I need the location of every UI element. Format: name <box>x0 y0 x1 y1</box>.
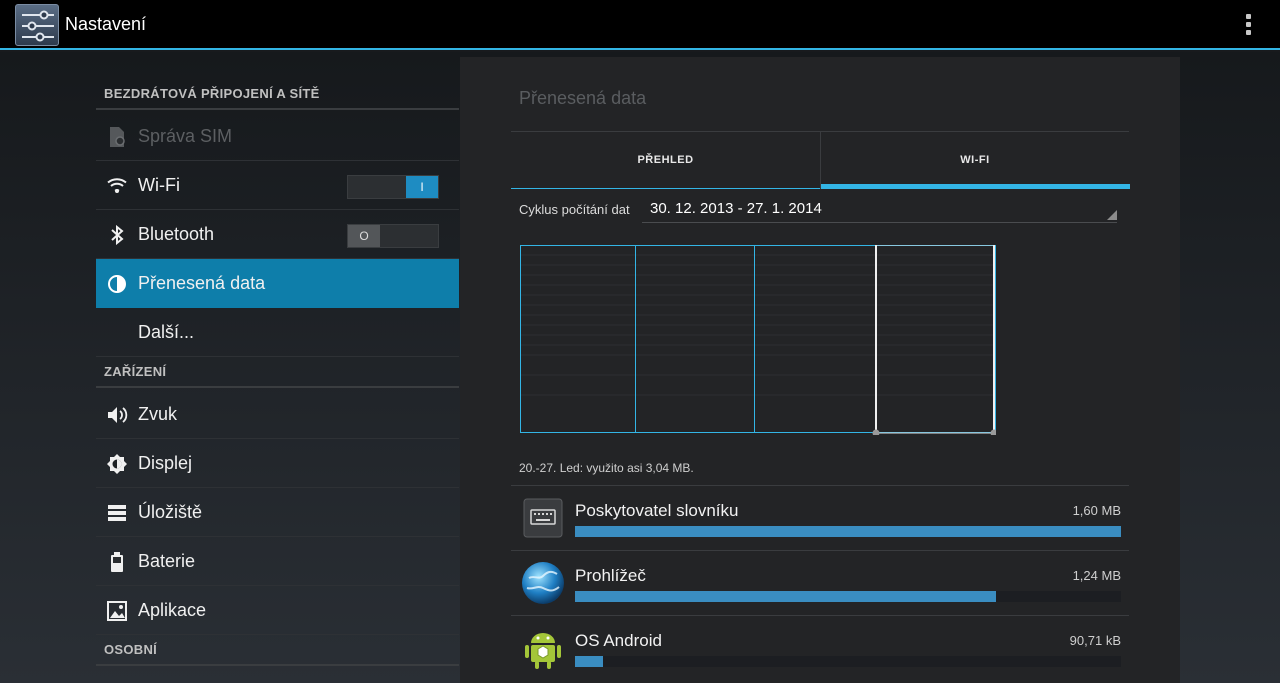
sidebar-item-wifi[interactable]: Wi-Fi I <box>96 161 459 210</box>
usage-bar-fill <box>575 526 1121 537</box>
sidebar-item-apps[interactable]: Aplikace <box>96 586 459 635</box>
cycle-dropdown[interactable]: 30. 12. 2013 - 27. 1. 2014 <box>642 199 1117 223</box>
tab-overview[interactable]: PŘEHLED <box>511 132 820 189</box>
dropdown-arrow-icon <box>1107 210 1117 220</box>
sidebar-item-sim-manage[interactable]: Správa SIM <box>96 112 459 161</box>
app-usage-row[interactable]: Prohlížeč 1,24 MB <box>511 550 1129 615</box>
tab-indicator <box>821 184 1130 189</box>
chart-frame <box>520 245 996 433</box>
sidebar-item-sound[interactable]: Zvuk <box>96 390 459 439</box>
usage-bar <box>575 526 1121 537</box>
speaker-icon <box>106 404 128 426</box>
globe-icon <box>521 560 565 606</box>
keyboard-icon <box>521 495 565 541</box>
usage-bar-fill <box>575 591 996 602</box>
settings-list: BEZDRÁTOVÁ PŘIPOJENÍ A SÍTĚ Správa SIM W… <box>96 52 459 683</box>
chart-gridlines <box>520 254 996 396</box>
usage-summary: 20.-27. Led: využito asi 3,04 MB. <box>519 461 694 475</box>
data-usage-panel: Přenesená data PŘEHLED WI-FI Cyklus počí… <box>460 57 1180 683</box>
section-header-personal: OSOBNÍ <box>96 630 459 666</box>
storage-icon <box>106 502 128 524</box>
brightness-icon <box>106 453 128 475</box>
section-header-wireless: BEZDRÁTOVÁ PŘIPOJENÍ A SÍTĚ <box>96 74 459 110</box>
sidebar-item-storage[interactable]: Úložiště <box>96 488 459 537</box>
overflow-menu-icon[interactable] <box>1240 12 1256 38</box>
sidebar-item-more[interactable]: Další... <box>96 308 459 357</box>
battery-icon <box>106 551 128 573</box>
action-bar: Nastavení <box>0 0 1280 50</box>
apps-icon <box>106 600 128 622</box>
wifi-toggle[interactable]: I <box>347 175 439 199</box>
cycle-label: Cyklus počítání dat <box>519 202 630 217</box>
bluetooth-toggle[interactable]: O <box>347 224 439 248</box>
sidebar-item-display[interactable]: Displej <box>96 439 459 488</box>
section-header-device: ZAŘÍZENÍ <box>96 352 459 388</box>
tab-wifi[interactable]: WI-FI <box>820 132 1130 189</box>
app-usage-row[interactable]: Poskytovatel slovníku 1,60 MB <box>511 485 1129 550</box>
usage-bar-fill <box>575 656 603 667</box>
range-end-knob <box>990 429 996 435</box>
bluetooth-icon <box>106 224 128 246</box>
chart-selection-range <box>875 245 995 434</box>
data-usage-icon <box>106 273 128 295</box>
sidebar-item-data-usage[interactable]: Přenesená data <box>96 259 459 308</box>
usage-bar <box>575 656 1121 667</box>
usage-chart[interactable] <box>520 245 996 435</box>
wifi-icon <box>106 175 128 197</box>
android-icon <box>521 625 565 671</box>
sidebar-item-bluetooth[interactable]: Bluetooth O <box>96 210 459 259</box>
settings-sliders-icon[interactable] <box>15 4 59 46</box>
app-title: Nastavení <box>65 14 147 34</box>
usage-bar <box>575 591 1121 602</box>
range-start-knob <box>872 429 880 435</box>
panel-title: Přenesená data <box>519 88 647 108</box>
sidebar-item-battery[interactable]: Baterie <box>96 537 459 586</box>
app-usage-row[interactable]: OS Android 90,71 kB <box>511 615 1129 680</box>
sim-card-icon <box>106 126 128 148</box>
